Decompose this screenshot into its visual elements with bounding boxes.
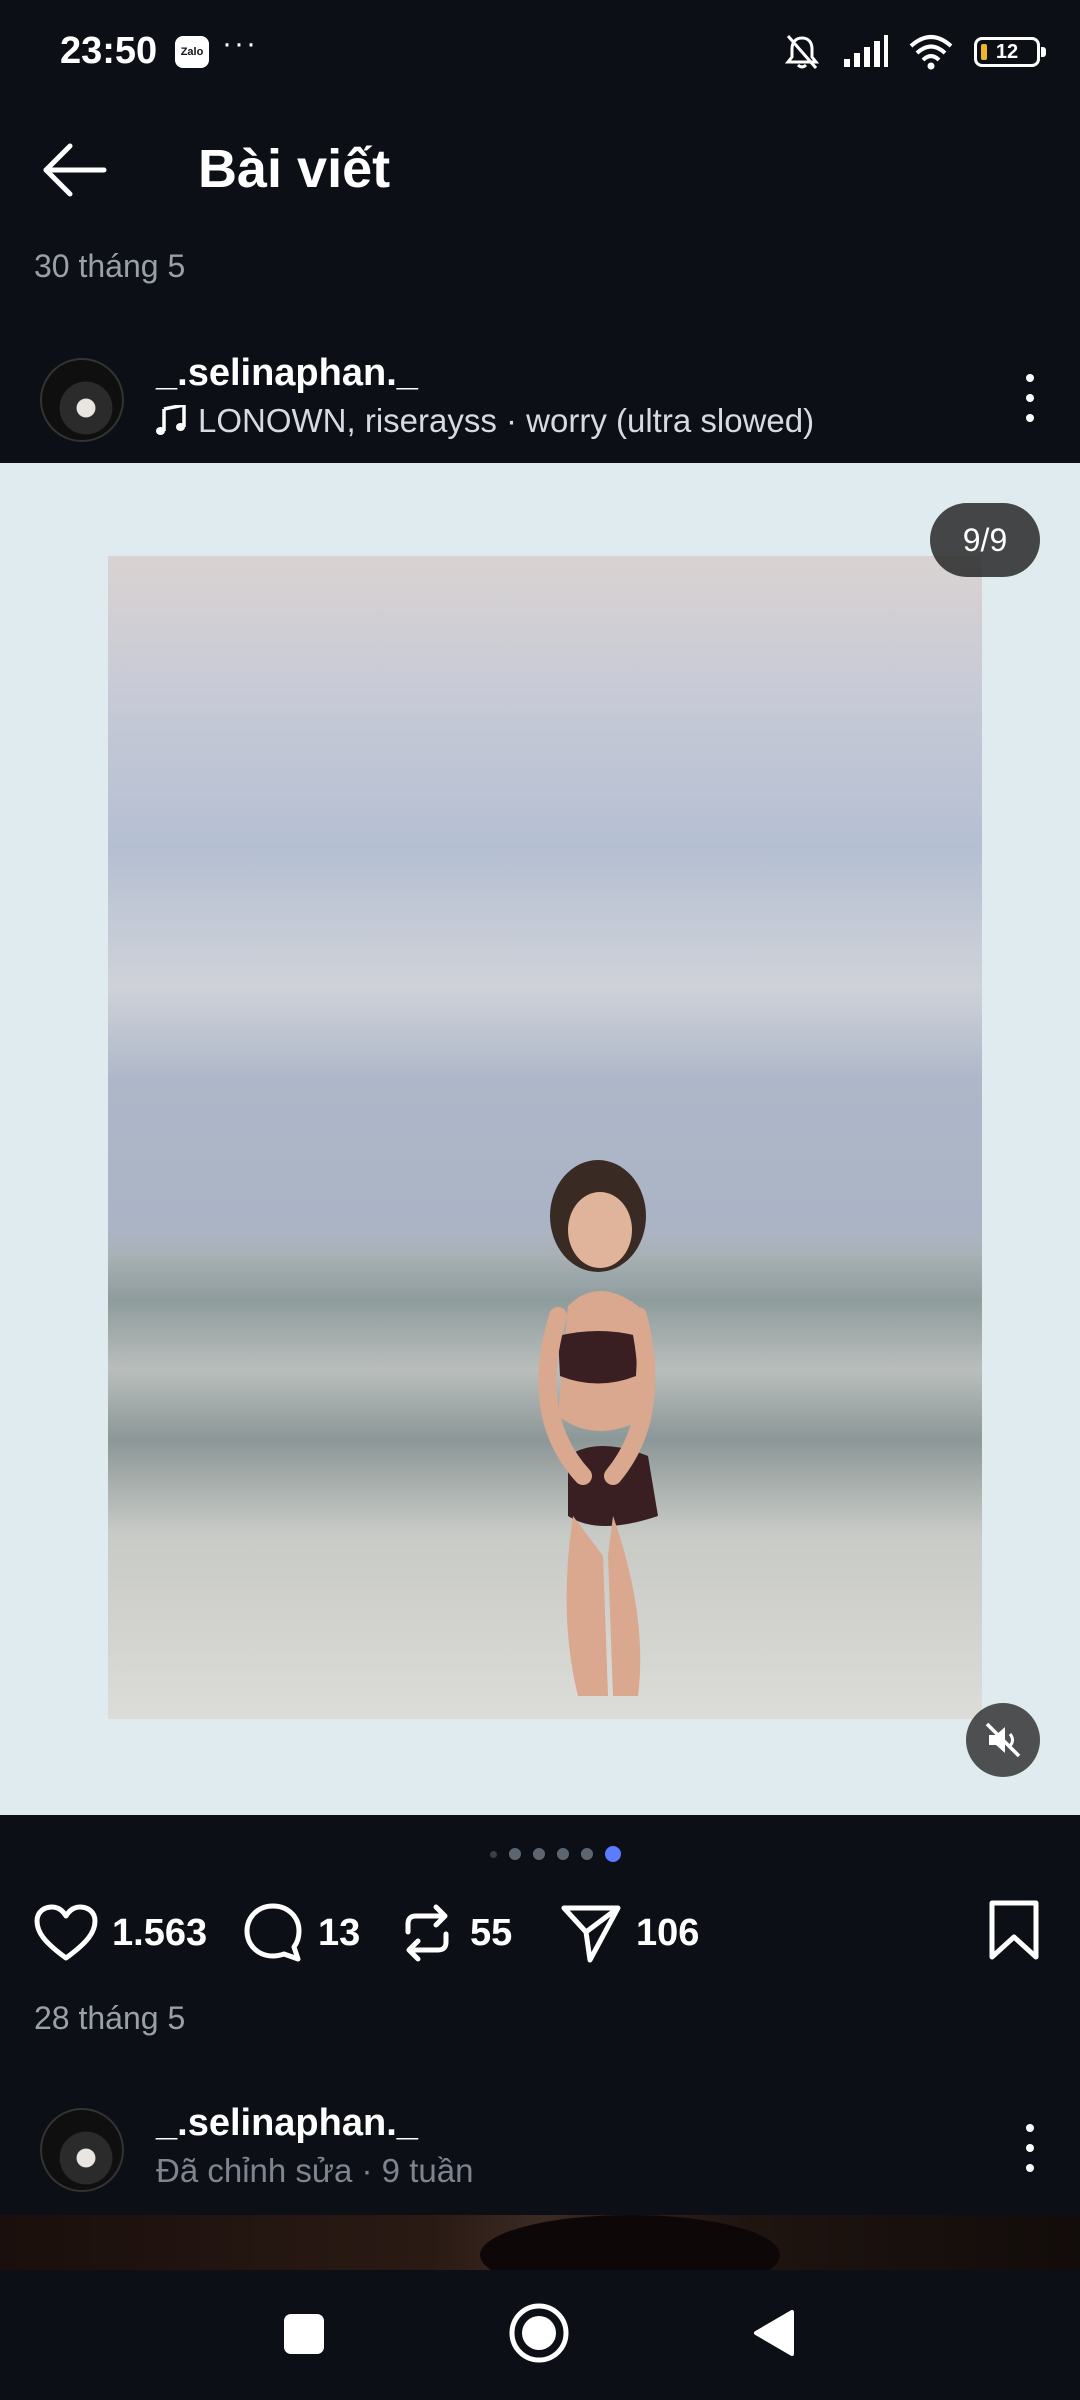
more-dot-icon	[1026, 374, 1034, 382]
repost-button[interactable]: 55	[398, 1893, 512, 1973]
square-icon	[284, 2314, 324, 2354]
mute-button[interactable]	[966, 1703, 1040, 1777]
arrow-left-icon	[43, 143, 107, 197]
more-dot-icon	[1026, 2144, 1034, 2152]
status-bar: 23:50 Zalo ··· 12	[0, 0, 1080, 110]
post-actions: 1.563 13 55 106	[0, 1893, 1080, 1973]
battery-icon: 12	[974, 37, 1046, 67]
more-options-button[interactable]	[1010, 368, 1050, 428]
recents-button[interactable]	[282, 2312, 326, 2361]
page-title: Bài viết	[198, 139, 391, 199]
heart-icon	[34, 1904, 98, 1961]
pager-dot	[556, 1848, 569, 1860]
post-date: 28 tháng 5	[34, 2000, 186, 2036]
like-count: 1.563	[112, 1911, 208, 1954]
status-time: 23:50	[60, 30, 158, 72]
wifi-icon	[909, 35, 953, 70]
home-circle-icon	[509, 2303, 569, 2363]
next-post-photo	[480, 2215, 780, 2270]
share-button[interactable]: 106	[560, 1893, 699, 1973]
app-header: Bài viết	[0, 120, 1080, 220]
share-count: 106	[636, 1911, 700, 1954]
more-options-button[interactable]	[1010, 2118, 1050, 2178]
post-date: 30 tháng 5	[34, 248, 186, 284]
status-icons: 12	[782, 32, 1046, 72]
post-media-carousel[interactable]: 9/9	[0, 463, 1080, 1815]
battery-level: 12	[995, 40, 1019, 63]
back-button[interactable]	[40, 142, 110, 198]
avatar[interactable]	[40, 2108, 124, 2192]
post-meta-label: Đã chỉnh sửa · 9 tuần	[156, 2152, 474, 2189]
page-counter: 9/9	[930, 503, 1040, 577]
volume-muted-icon	[985, 1722, 1021, 1758]
bookmark-button[interactable]	[988, 1899, 1040, 1966]
avatar[interactable]	[40, 358, 124, 442]
pager-dot	[508, 1848, 521, 1860]
author-name[interactable]: _.selinaphan._	[156, 2102, 418, 2145]
send-icon	[561, 1905, 621, 1963]
next-post-media[interactable]	[0, 2215, 1080, 2270]
triangle-back-icon	[754, 2310, 794, 2356]
comment-button[interactable]: 13	[242, 1893, 360, 1973]
more-dot-icon	[1026, 394, 1034, 402]
person-figure	[538, 1160, 658, 1696]
signal-icon	[844, 35, 888, 67]
back-nav-button[interactable]	[752, 2308, 796, 2363]
repost-icon	[405, 1904, 449, 1962]
bell-off-icon	[784, 35, 820, 69]
carousel-pager	[0, 1846, 1080, 1862]
pager-dot	[580, 1848, 593, 1860]
more-dot-icon	[1026, 414, 1034, 422]
comment-icon	[244, 1903, 302, 1962]
post-author-row: _.selinaphan._ LONOWN, riserayss · worry…	[0, 346, 1080, 456]
system-nav-bar	[0, 2270, 1080, 2400]
more-notifications-icon: ···	[222, 27, 258, 60]
zalo-app-icon: Zalo	[175, 36, 209, 68]
like-button[interactable]: 1.563	[34, 1893, 207, 1973]
pager-dot	[489, 1850, 497, 1858]
repost-count: 55	[470, 1911, 513, 1954]
pager-dot-active	[604, 1846, 621, 1862]
music-label: LONOWN, riserayss · worry (ultra slowed)	[198, 402, 815, 439]
comment-count: 13	[318, 1911, 361, 1954]
post-meta: Đã chỉnh sửa · 9 tuần	[156, 2152, 473, 2190]
home-button[interactable]	[508, 2302, 570, 2369]
post-photo[interactable]	[108, 556, 982, 1719]
more-dot-icon	[1026, 2164, 1034, 2172]
music-info[interactable]: LONOWN, riserayss · worry (ultra slowed)	[156, 402, 814, 440]
more-dot-icon	[1026, 2124, 1034, 2132]
music-note-icon	[156, 405, 186, 435]
bookmark-icon	[989, 1900, 1039, 1960]
post-author-row: _.selinaphan._ Đã chỉnh sửa · 9 tuần	[0, 2096, 1080, 2206]
pager-dot	[532, 1848, 545, 1860]
author-name[interactable]: _.selinaphan._	[156, 352, 418, 395]
